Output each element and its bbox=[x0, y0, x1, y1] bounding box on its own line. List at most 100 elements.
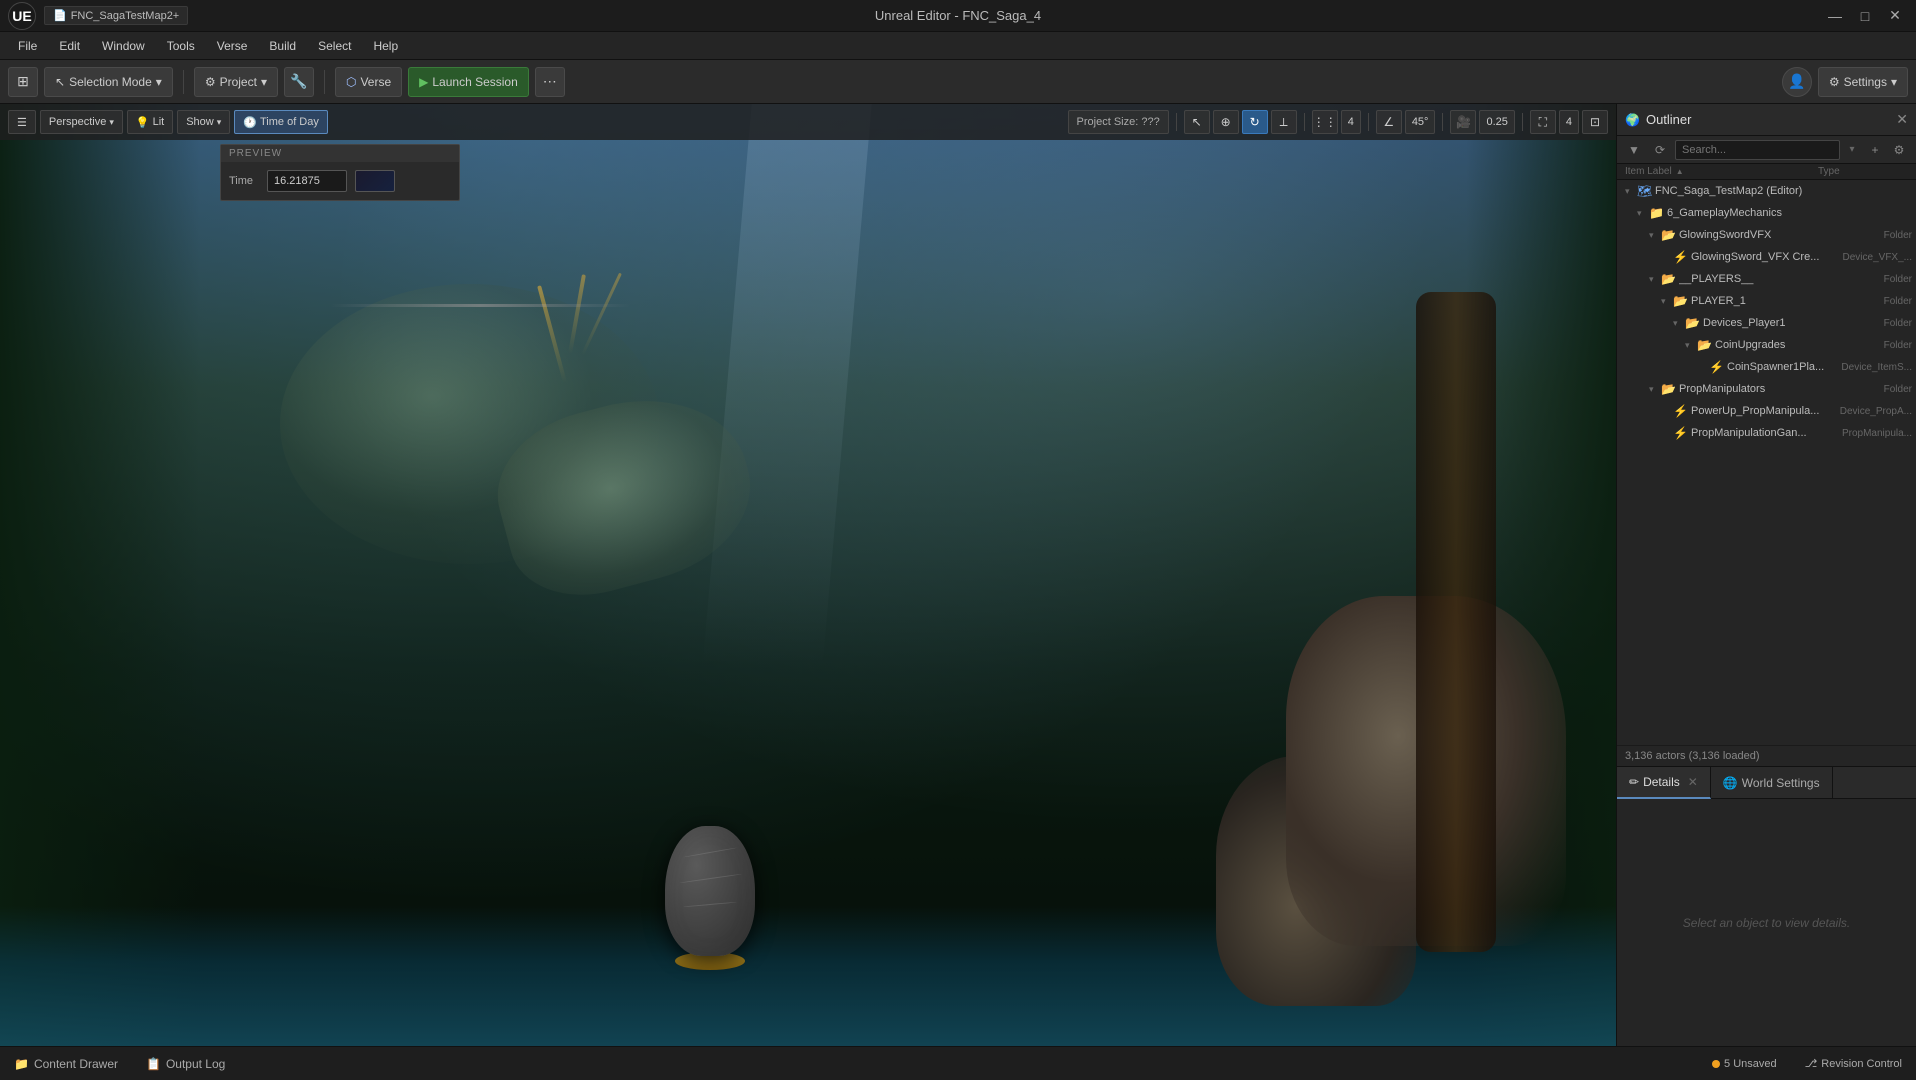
project-button[interactable]: ⚙ Project ▾ bbox=[194, 67, 278, 97]
viewport[interactable]: ☰ Perspective ▾ 💡 Lit Show ▾ 🕐 Time of D… bbox=[0, 104, 1616, 1046]
engraving-2 bbox=[679, 874, 742, 884]
maximize-button[interactable]: □ bbox=[1852, 6, 1878, 26]
tools-button[interactable]: 🔧 bbox=[284, 67, 314, 97]
details-close-button[interactable]: ✕ bbox=[1688, 775, 1698, 789]
menu-help[interactable]: Help bbox=[363, 36, 408, 56]
lit-label: Lit bbox=[153, 116, 165, 128]
project-tab[interactable]: 📄 FNC_SagaTestMap2+ bbox=[44, 6, 188, 25]
surface-snapping-button[interactable]: ⟂ bbox=[1271, 110, 1297, 134]
show-button[interactable]: Show ▾ bbox=[177, 110, 230, 134]
settings-button[interactable]: ⚙ Settings ▾ bbox=[1818, 67, 1908, 97]
tree-row-2[interactable]: ▾ 📂 GlowingSwordVFX Folder bbox=[1617, 224, 1916, 246]
rotate-tool-button[interactable]: ↻ bbox=[1242, 110, 1268, 134]
menu-bar: File Edit Window Tools Verse Build Selec… bbox=[0, 32, 1916, 60]
engraving-3 bbox=[683, 902, 737, 908]
snap-count-value: 4 bbox=[1559, 110, 1579, 134]
world-settings-tab[interactable]: 🌐 World Settings bbox=[1711, 767, 1833, 799]
outliner-history-button[interactable]: ⟳ bbox=[1649, 139, 1671, 161]
color-swatch[interactable] bbox=[355, 170, 395, 192]
menu-select[interactable]: Select bbox=[308, 36, 361, 56]
layout-button[interactable]: ⊞ bbox=[8, 67, 38, 97]
tree-row-6[interactable]: ▾ 📂 Devices_Player1 Folder bbox=[1617, 312, 1916, 334]
artifact-body bbox=[665, 826, 755, 956]
perspective-button[interactable]: Perspective ▾ bbox=[40, 110, 123, 134]
sort-icon: ▲ bbox=[1676, 167, 1684, 176]
time-of-day-button[interactable]: 🕐 Time of Day bbox=[234, 110, 328, 134]
perspective-label: Perspective bbox=[49, 116, 106, 128]
revision-control-button[interactable]: ⎇ Revision Control bbox=[1799, 1055, 1908, 1072]
world-icon: 🌍 bbox=[1625, 113, 1640, 127]
launch-session-button[interactable]: ▶ Launch Session bbox=[408, 67, 529, 97]
tree-row-3[interactable]: ⚡ GlowingSword_VFX Cre... Device_VFX_... bbox=[1617, 246, 1916, 268]
ue-logo: UE bbox=[8, 2, 36, 30]
translate-tool-button[interactable]: ⊕ bbox=[1213, 110, 1239, 134]
outliner-close-button[interactable]: ✕ bbox=[1896, 111, 1908, 128]
lit-button[interactable]: 💡 Lit bbox=[127, 110, 173, 134]
more-options-button[interactable]: ⋯ bbox=[535, 67, 565, 97]
tree-row-10[interactable]: ⚡ PowerUp_PropManipula... Device_PropA..… bbox=[1617, 400, 1916, 422]
outliner-settings-button[interactable]: ⚙ bbox=[1888, 139, 1910, 161]
content-drawer-icon: 📁 bbox=[14, 1057, 29, 1071]
tree-row-0[interactable]: ▾ 🗺 FNC_Saga_TestMap2 (Editor) bbox=[1617, 180, 1916, 202]
details-tab[interactable]: ✏ Details ✕ bbox=[1617, 767, 1711, 799]
snap-grid-button[interactable]: ⋮⋮ bbox=[1312, 110, 1338, 134]
actors-count: 3,136 actors (3,136 loaded) bbox=[1617, 745, 1916, 766]
outliner-right-icons: + ⚙ bbox=[1864, 139, 1910, 161]
tree-row-1[interactable]: ▾ 📁 6_GameplayMechanics bbox=[1617, 202, 1916, 224]
hamburger-menu-button[interactable]: ☰ bbox=[8, 110, 36, 134]
tab-label: FNC_SagaTestMap2+ bbox=[71, 10, 180, 22]
item-label-header[interactable]: Item Label ▲ bbox=[1625, 166, 1818, 177]
menu-tools[interactable]: Tools bbox=[157, 36, 205, 56]
outliner-filter-button[interactable]: ▼ bbox=[1623, 139, 1645, 161]
selection-mode-button[interactable]: ↖ Selection Mode ▾ bbox=[44, 67, 173, 97]
title-bar-right: — □ ✕ bbox=[1822, 6, 1908, 26]
angle-value: 45° bbox=[1405, 110, 1436, 134]
tree-row-9[interactable]: ▾ 📂 PropManipulators Folder bbox=[1617, 378, 1916, 400]
maximize-viewport-button[interactable]: ⊡ bbox=[1582, 110, 1608, 134]
unsaved-indicator[interactable]: 5 Unsaved bbox=[1706, 1056, 1783, 1072]
outliner-tree[interactable]: ▾ 🗺 FNC_Saga_TestMap2 (Editor) ▾ 📁 6_Gam… bbox=[1617, 180, 1916, 745]
fullscreen-button[interactable]: ⛶ bbox=[1530, 110, 1556, 134]
details-tab-label: Details bbox=[1643, 775, 1680, 789]
menu-file[interactable]: File bbox=[8, 36, 47, 56]
vp-sep-1 bbox=[1176, 113, 1177, 131]
preview-header: PREVIEW bbox=[221, 145, 459, 162]
unsaved-count-label: 5 Unsaved bbox=[1724, 1058, 1777, 1070]
output-log-button[interactable]: 📋 Output Log bbox=[140, 1054, 231, 1074]
tree-row-4[interactable]: ▾ 📂 __PLAYERS__ Folder bbox=[1617, 268, 1916, 290]
folder-icon-2: 📂 bbox=[1661, 228, 1677, 242]
outliner-column-headers: Item Label ▲ Type bbox=[1617, 164, 1916, 180]
collaborators-button[interactable]: 👤 bbox=[1782, 67, 1812, 97]
status-bar: 📁 Content Drawer 📋 Output Log 5 Unsaved … bbox=[0, 1046, 1916, 1080]
outliner-search-input[interactable] bbox=[1675, 140, 1840, 160]
select-tool-button[interactable]: ↖ bbox=[1184, 110, 1210, 134]
menu-build[interactable]: Build bbox=[259, 36, 306, 56]
time-value-input[interactable] bbox=[267, 170, 347, 192]
content-drawer-button[interactable]: 📁 Content Drawer bbox=[8, 1054, 124, 1074]
camera-speed-button[interactable]: 🎥 bbox=[1450, 110, 1476, 134]
rotation-snap-button[interactable]: ∠ bbox=[1376, 110, 1402, 134]
device-icon-11: ⚡ bbox=[1673, 426, 1689, 440]
arrow-2: ▾ bbox=[1649, 230, 1661, 241]
details-panel: ✏ Details ✕ 🌐 World Settings Select an o… bbox=[1617, 766, 1916, 1046]
revision-control-label: Revision Control bbox=[1821, 1058, 1902, 1070]
minimize-button[interactable]: — bbox=[1822, 6, 1848, 26]
main-toolbar: ⊞ ↖ Selection Mode ▾ ⚙ Project ▾ 🔧 ⬡ Ver… bbox=[0, 60, 1916, 104]
tree-row-8[interactable]: ⚡ CoinSpawner1Pla... Device_ItemS... bbox=[1617, 356, 1916, 378]
type-header[interactable]: Type bbox=[1818, 166, 1908, 177]
verse-button[interactable]: ⬡ Verse bbox=[335, 67, 402, 97]
menu-verse[interactable]: Verse bbox=[207, 36, 258, 56]
tree-type-2: Folder bbox=[1884, 230, 1912, 241]
engraving-1 bbox=[683, 847, 736, 857]
selection-mode-label: Selection Mode bbox=[69, 75, 152, 89]
tree-row-11[interactable]: ⚡ PropManipulationGan... PropManipula... bbox=[1617, 422, 1916, 444]
search-dropdown-button[interactable]: ▾ bbox=[1844, 140, 1860, 160]
tree-row-7[interactable]: ▾ 📂 CoinUpgrades Folder bbox=[1617, 334, 1916, 356]
close-button[interactable]: ✕ bbox=[1882, 6, 1908, 26]
menu-window[interactable]: Window bbox=[92, 36, 155, 56]
tree-row-5[interactable]: ▾ 📂 PLAYER_1 Folder bbox=[1617, 290, 1916, 312]
arrow-4: ▾ bbox=[1649, 274, 1661, 285]
menu-edit[interactable]: Edit bbox=[49, 36, 90, 56]
add-actor-button[interactable]: + bbox=[1864, 139, 1886, 161]
outliner-header: 🌍 Outliner ✕ bbox=[1617, 104, 1916, 136]
